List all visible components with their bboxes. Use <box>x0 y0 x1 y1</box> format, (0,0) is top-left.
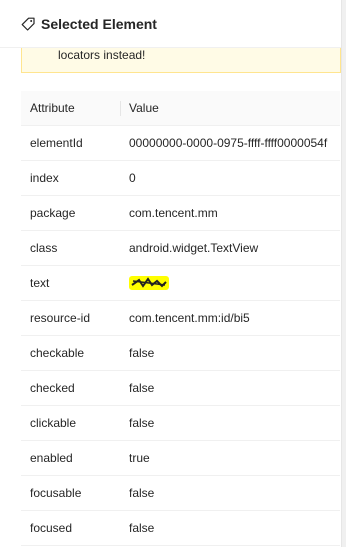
attribute-value: 0 <box>129 171 136 185</box>
table-row: class android.widget.TextView <box>21 231 340 266</box>
table-row: clickable false <box>21 406 340 441</box>
panel-header: Selected Element <box>0 0 341 48</box>
table-row: focusable false <box>21 476 340 511</box>
attribute-value: false <box>129 381 155 395</box>
panel-title: Selected Element <box>41 15 157 32</box>
attribute-name: index <box>30 171 59 185</box>
redacted-text-mark <box>129 276 169 290</box>
attribute-name: checkable <box>30 346 85 360</box>
attribute-name: resource-id <box>30 311 91 325</box>
attribute-name: enabled <box>30 451 73 465</box>
attribute-name: package <box>30 206 76 220</box>
attribute-name: elementId <box>30 136 83 150</box>
attribute-value: false <box>129 346 155 360</box>
attribute-value: com.tencent.mm <box>129 206 218 220</box>
attribute-value: false <box>129 521 155 535</box>
selected-element-panel: Selected Element locators instead! Attri… <box>0 0 342 547</box>
attribute-value <box>121 266 340 300</box>
column-header-attribute: Attribute <box>21 91 121 125</box>
attribute-name: text <box>30 276 50 290</box>
table-row: index 0 <box>21 161 340 196</box>
table-row: package com.tencent.mm <box>21 196 340 231</box>
table-row: text <box>21 266 340 301</box>
table-header-row: Attribute Value <box>21 91 340 126</box>
attribute-value: com.tencent.mm:id/bi5 <box>129 311 250 325</box>
attribute-value: true <box>129 451 150 465</box>
table-row: focused false <box>21 511 340 546</box>
warning-message: locators instead! <box>58 48 146 62</box>
attribute-name: checked <box>30 381 75 395</box>
attribute-name: focused <box>30 521 73 535</box>
table-row: checkable false <box>21 336 340 371</box>
table-row: enabled true <box>21 441 340 476</box>
attributes-table: Attribute Value elementId 00000000-0000-… <box>21 91 340 546</box>
column-header-value: Value <box>129 101 159 115</box>
attribute-name: focusable <box>30 486 82 500</box>
attribute-value: android.widget.TextView <box>129 241 259 255</box>
tag-icon <box>20 16 36 32</box>
attribute-value: false <box>129 486 155 500</box>
attribute-value: false <box>129 416 155 430</box>
table-row: elementId 00000000-0000-0975-ffff-ffff00… <box>21 126 340 161</box>
table-row: checked false <box>21 371 340 406</box>
attribute-value: 00000000-0000-0975-ffff-ffff0000054f <box>129 136 328 150</box>
attribute-name: class <box>30 241 58 255</box>
table-row: resource-id com.tencent.mm:id/bi5 <box>21 301 340 336</box>
attribute-name: clickable <box>30 416 77 430</box>
